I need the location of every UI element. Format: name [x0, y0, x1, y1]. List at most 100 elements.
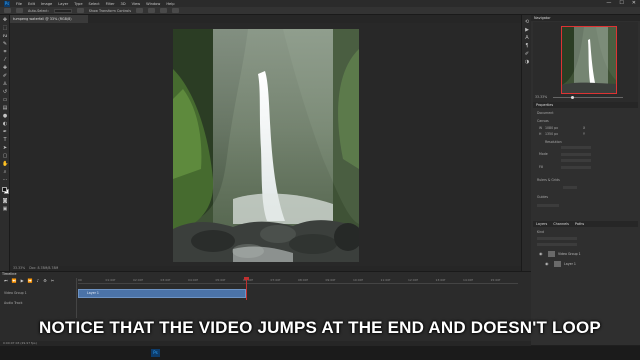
track-label-video[interactable]: Video Group 1 [4, 291, 27, 295]
menu-window[interactable]: Window [146, 2, 160, 6]
navigator-zoom-value[interactable]: 33.33% [535, 95, 547, 99]
layer-row[interactable]: ◉ Layer 1 [545, 259, 640, 269]
track-label-audio[interactable]: Audio Track [4, 301, 22, 305]
visibility-eye-icon[interactable]: ◉ [545, 259, 549, 269]
settings-icon[interactable]: ⚙ [43, 278, 47, 283]
photoshop-logo-icon[interactable]: Ps [4, 0, 10, 7]
healing-brush-tool-icon[interactable]: ✚ [2, 66, 8, 71]
width-field[interactable]: 1080 px [545, 126, 558, 130]
brush-tool-icon[interactable]: ✐ [2, 74, 8, 79]
align-left-icon[interactable] [135, 8, 143, 13]
menu-view[interactable]: View [132, 2, 141, 6]
menu-filter[interactable]: Filter [106, 2, 115, 6]
clone-stamp-tool-icon[interactable]: ♙ [2, 82, 8, 87]
menu-layer[interactable]: Layer [58, 2, 68, 6]
bit-depth-dropdown[interactable] [561, 159, 591, 162]
properties-tab[interactable]: Properties [533, 102, 638, 108]
foreground-color-swatch[interactable] [2, 187, 7, 192]
paragraph-icon[interactable]: ¶ [524, 43, 530, 49]
pen-tool-icon[interactable]: ✒ [2, 130, 8, 135]
align-right-icon[interactable] [159, 8, 167, 13]
timeline-tab[interactable]: Timeline [2, 272, 16, 277]
screen-mode-icon[interactable]: ▣ [2, 207, 8, 212]
hand-tool-icon[interactable]: ✋ [2, 162, 8, 167]
marquee-tool-icon[interactable]: ⬚ [2, 26, 8, 31]
next-frame-icon[interactable]: ⏩ [28, 278, 33, 283]
audio-icon[interactable]: ♪ [37, 278, 40, 283]
height-field[interactable]: 1350 px [545, 132, 558, 136]
menu-type[interactable]: Type [74, 2, 82, 6]
align-center-icon[interactable] [147, 8, 155, 13]
blend-mode-dropdown[interactable] [537, 237, 577, 240]
shape-tool-icon[interactable]: ▢ [2, 154, 8, 159]
navigator-zoom-knob[interactable] [571, 96, 575, 99]
ruler-tick: 12:00f [408, 278, 418, 282]
split-icon[interactable]: ✂ [51, 278, 54, 283]
ruler-tick: 14:00f [463, 278, 473, 282]
ruler-units-dropdown[interactable] [563, 186, 577, 189]
menu-file[interactable]: File [16, 2, 22, 6]
tab-paths[interactable]: Paths [575, 221, 584, 227]
ruler-tick: 10:00f [353, 278, 363, 282]
canvas-area[interactable] [10, 23, 521, 266]
character-icon[interactable]: A [524, 35, 530, 41]
menu-edit[interactable]: Edit [28, 2, 35, 6]
video-clip[interactable]: Layer 1 [78, 289, 246, 298]
resolution-field[interactable] [561, 146, 591, 149]
history-icon[interactable]: ⟲ [524, 19, 530, 25]
minimize-icon[interactable]: — [606, 0, 611, 6]
mode-label: Mode [539, 152, 548, 156]
fill-dropdown[interactable] [561, 166, 591, 169]
playhead[interactable] [246, 278, 247, 300]
menu-select[interactable]: Select [89, 2, 100, 6]
auto-select-dropdown[interactable]: Layer [53, 8, 72, 26]
dodge-tool-icon[interactable]: ◐ [2, 122, 8, 127]
mode-dropdown[interactable] [561, 153, 591, 156]
close-icon[interactable]: ✕ [632, 0, 636, 6]
show-transform-checkbox[interactable] [76, 8, 84, 13]
move-tool-icon[interactable] [16, 8, 23, 13]
menu-3d[interactable]: 3D [121, 2, 126, 6]
navigator-tab[interactable]: Navigator [531, 15, 640, 21]
crop-tool-icon[interactable]: ⌗ [2, 50, 8, 55]
zoom-tool-icon[interactable]: ⌕ [2, 170, 8, 175]
canvas-section-label: Canvas [537, 119, 549, 123]
guides-buttons[interactable] [537, 204, 559, 207]
visibility-eye-icon[interactable]: ◉ [539, 249, 543, 259]
maximize-icon[interactable]: ☐ [619, 0, 623, 6]
menu-image[interactable]: Image [41, 2, 52, 6]
play-icon[interactable]: ▶ [21, 278, 24, 283]
lasso-tool-icon[interactable]: ᔓ [2, 34, 8, 39]
zoom-readout[interactable]: 33.33% [13, 266, 25, 270]
quick-mask-icon[interactable]: ◙ [2, 199, 8, 204]
eraser-tool-icon[interactable]: ▭ [2, 98, 8, 103]
history-brush-tool-icon[interactable]: ↺ [2, 90, 8, 95]
document-tab[interactable]: tumpeng waterfall @ 33% (RGB/8) [10, 15, 88, 23]
navigator-thumbnail[interactable] [561, 26, 617, 94]
auto-select-label[interactable]: Auto-Select: [28, 9, 49, 13]
timeline-ruler[interactable]: 00 01:00f 02:00f 03:00f 04:00f 05:00f 06:00f 07… [78, 278, 518, 284]
adjustments-icon[interactable]: ◑ [524, 59, 530, 65]
tab-channels[interactable]: Channels [553, 221, 569, 227]
layer-filter-kind[interactable]: Kind [537, 230, 544, 234]
previous-frame-icon[interactable]: ⏪ [12, 278, 17, 283]
quick-select-tool-icon[interactable]: ✎ [2, 42, 8, 47]
gradient-tool-icon[interactable]: ▤ [2, 106, 8, 111]
navigator-zoom-slider[interactable] [553, 96, 623, 99]
tool-preset-picker[interactable] [4, 8, 11, 13]
path-selection-tool-icon[interactable]: ➤ [2, 146, 8, 151]
layer-row[interactable]: ◉ Video Group 1 [539, 249, 635, 259]
taskbar-photoshop-icon[interactable]: Ps [151, 349, 160, 357]
tab-layers[interactable]: Layers [536, 221, 547, 227]
actions-icon[interactable]: ▶ [524, 27, 530, 33]
lock-row[interactable] [537, 243, 577, 246]
menu-help[interactable]: Help [166, 2, 174, 6]
eyedropper-tool-icon[interactable]: ⁄ [2, 58, 8, 63]
go-to-first-frame-icon[interactable]: ⏮ [4, 278, 8, 283]
blur-tool-icon[interactable]: ● [2, 114, 8, 119]
more-tools-icon[interactable]: ⋯ [2, 178, 8, 183]
brush-settings-icon[interactable]: ✐ [524, 51, 530, 57]
type-tool-icon[interactable]: T [2, 138, 8, 143]
distribute-icon[interactable] [171, 8, 179, 13]
move-tool-icon[interactable]: ✥ [2, 18, 8, 23]
